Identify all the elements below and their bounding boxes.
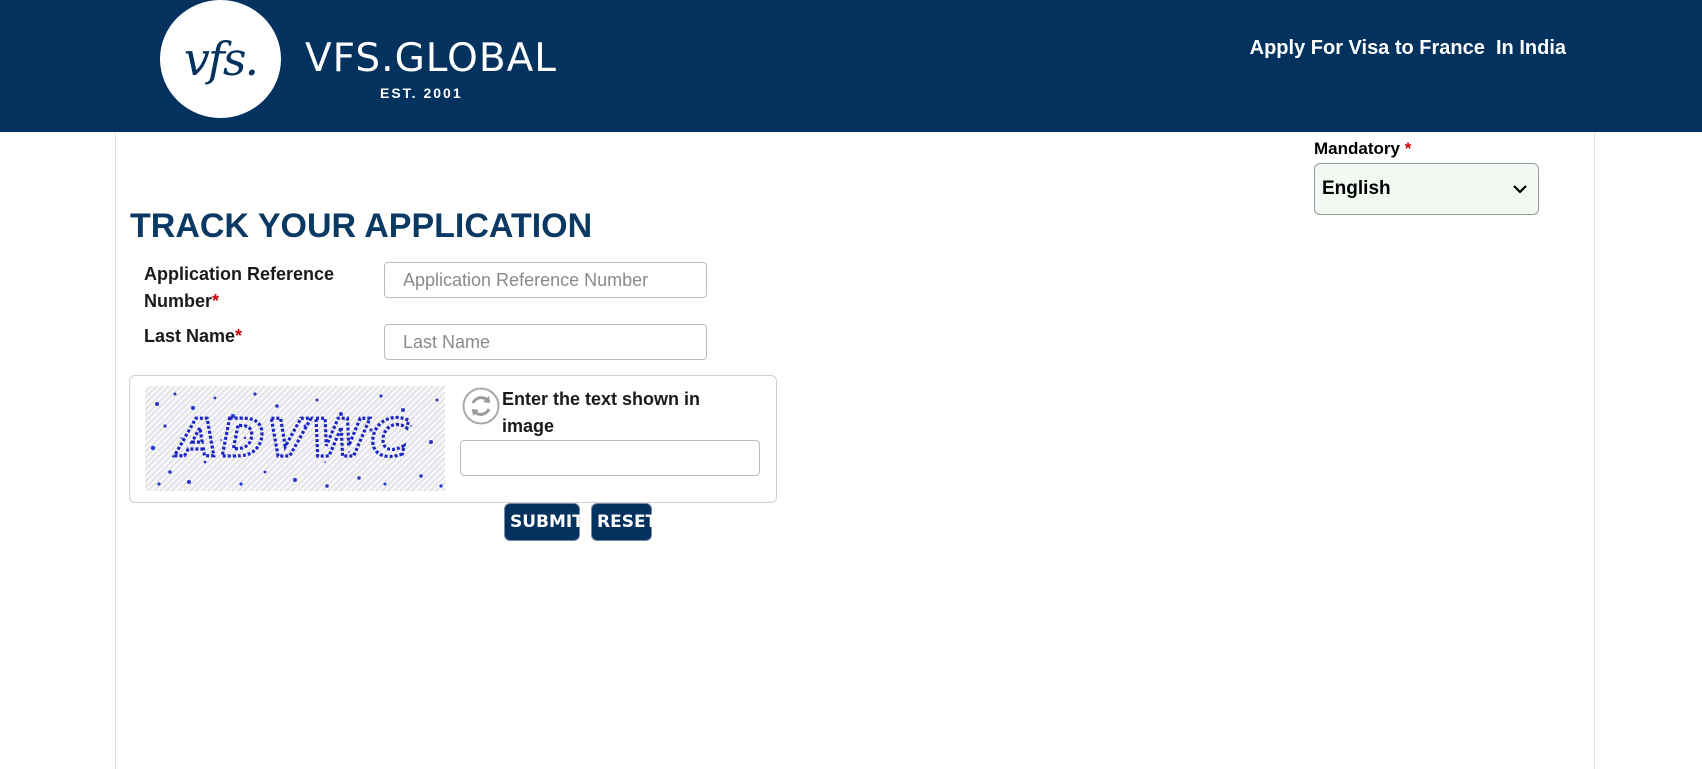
page-title: TRACK YOUR APPLICATION (130, 207, 593, 245)
reference-number-input[interactable] (384, 262, 707, 298)
mandatory-label: Mandatory (1314, 139, 1400, 158)
last-name-input[interactable] (384, 324, 707, 360)
captcha-input[interactable] (460, 440, 760, 476)
brand-established: EST. 2001 (380, 85, 463, 101)
captcha-text: ADVWC (174, 409, 412, 469)
captcha-image: ADVWC (145, 386, 445, 491)
chevron-down-icon (1513, 185, 1527, 194)
refresh-icon[interactable] (462, 387, 500, 425)
last-name-label-text: Last Name (144, 326, 236, 346)
required-mark: * (212, 291, 220, 311)
language-select[interactable]: English (1314, 163, 1539, 215)
logo-text: vfs. (183, 32, 259, 86)
required-mark: * (235, 326, 243, 346)
brand-name: VFS.GLOBAL (305, 36, 557, 81)
captcha-instruction: Enter the text shown in image (502, 389, 701, 436)
site-header: vfs. VFS.GLOBAL EST. 2001 Apply For Visa… (0, 0, 1702, 132)
reset-button[interactable]: RESET (591, 503, 657, 541)
reference-label-line2: Number (144, 291, 213, 311)
reference-number-label: Application Reference Number* (144, 261, 334, 315)
header-title: Apply For Visa to France In India (1249, 37, 1566, 59)
language-selected-value: English (1322, 178, 1391, 199)
required-mark: * (1404, 139, 1412, 158)
reference-label-line1: Application Reference (144, 264, 335, 284)
mandatory-note: Mandatory * (1314, 139, 1411, 159)
last-name-label: Last Name* (144, 323, 242, 350)
submit-button[interactable]: SUBMIT (504, 503, 584, 541)
vfs-logo[interactable]: vfs. (160, 0, 281, 118)
